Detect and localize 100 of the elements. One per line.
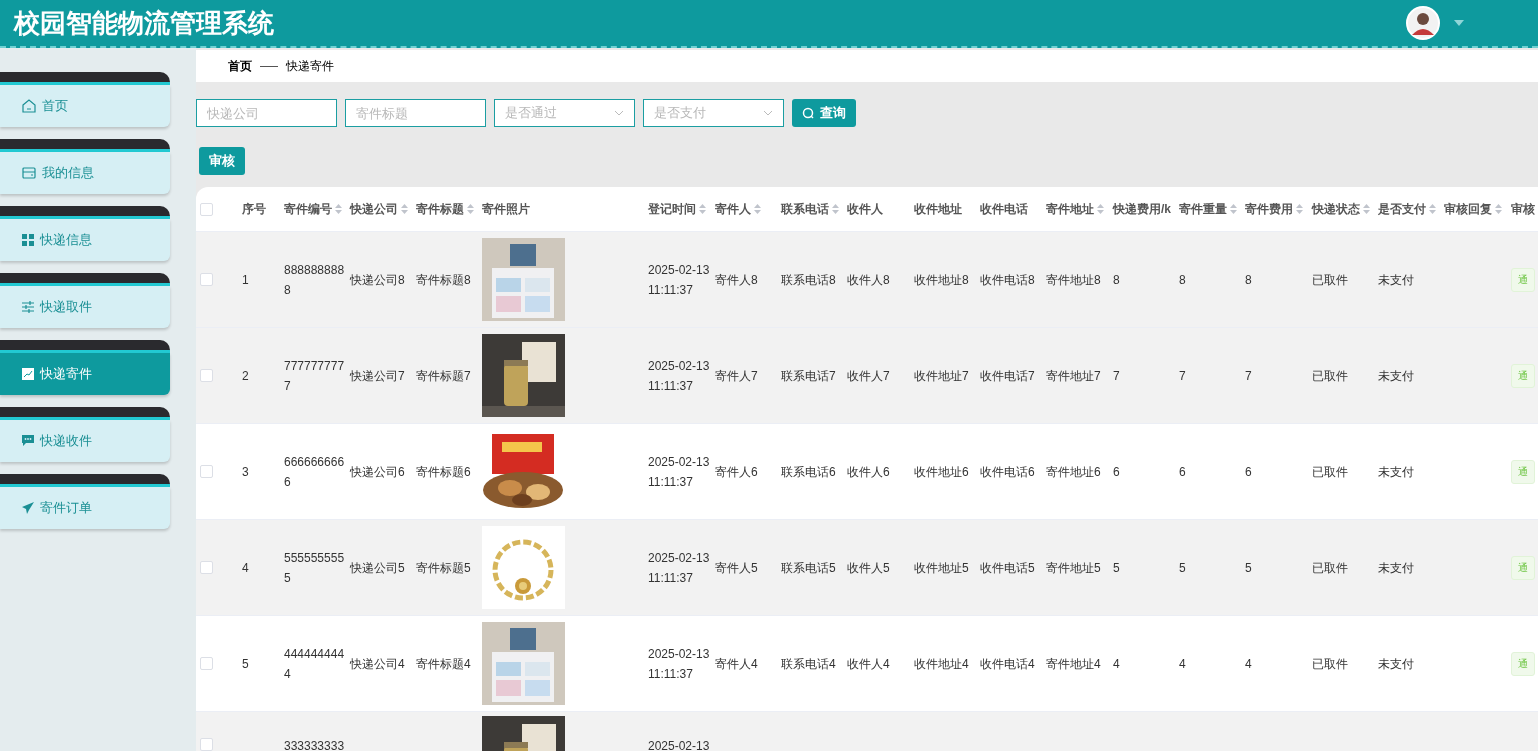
weight: 8 — [1179, 271, 1187, 289]
sort-icon[interactable] — [401, 204, 408, 214]
sort-icon[interactable] — [699, 204, 706, 214]
row-number: 3 — [242, 463, 250, 481]
column-header: 寄件照片 — [482, 200, 530, 218]
status: 已取件 — [1312, 559, 1349, 577]
sort-icon[interactable] — [754, 204, 761, 214]
caret-icon[interactable] — [1454, 20, 1464, 26]
receiver-name: 收件人7 — [847, 367, 891, 385]
phone: 收件电话8 — [980, 271, 1036, 289]
status-tag: 通 — [1511, 363, 1535, 388]
sort-icon[interactable] — [832, 204, 839, 214]
fee: 6 — [1113, 463, 1121, 481]
row-checkbox[interactable] — [200, 657, 213, 670]
row-checkbox[interactable] — [200, 561, 213, 574]
address: 寄件地址5 — [1046, 559, 1102, 577]
fee: 8 — [1113, 271, 1121, 289]
tracking-number: 8888888888 — [284, 261, 346, 299]
register-time: 2025-02-13 11:11:37 — [648, 549, 710, 587]
payment-status: 未支付 — [1378, 655, 1415, 673]
row-number: 5 — [242, 655, 250, 673]
search-field[interactable]: 快递公司 — [196, 99, 337, 127]
address: 收件地址7 — [914, 367, 970, 385]
phone: 联系电话4 — [781, 655, 837, 673]
weight: 4 — [1179, 655, 1187, 673]
column-header: 寄件地址 — [1046, 200, 1094, 218]
tracking-number: 5555555555 — [284, 549, 346, 587]
payment-status: 未支付 — [1378, 463, 1415, 481]
phone: 联系电话5 — [781, 559, 837, 577]
phone: 收件电话7 — [980, 367, 1036, 385]
tracking-number: 7777777777 — [284, 357, 346, 395]
column-header: 寄件编号 — [284, 200, 332, 218]
weight: 7 — [1179, 367, 1187, 385]
home-icon — [22, 99, 36, 113]
weight: 6 — [1179, 463, 1187, 481]
sort-icon[interactable] — [1495, 204, 1502, 214]
sort-icon[interactable] — [467, 204, 474, 214]
search-button[interactable]: 查询 — [792, 99, 856, 127]
breadcrumb-link[interactable]: 首页 — [228, 57, 252, 75]
sort-icon[interactable] — [1296, 204, 1303, 214]
status: 已取件 — [1312, 655, 1349, 673]
register-time: 2025-02-13 11:11:37 — [648, 645, 710, 683]
column-header: 是否支付 — [1378, 200, 1426, 218]
courier-name: 快递公司7 — [350, 367, 406, 385]
sort-icon[interactable] — [1363, 204, 1370, 214]
tracking-number: 4444444444 — [284, 645, 346, 683]
courier-name: 快递公司8 — [350, 271, 406, 289]
avatar-icon[interactable] — [1406, 6, 1440, 40]
phone: 联系电话7 — [781, 367, 837, 385]
status: 已取件 — [1312, 463, 1349, 481]
row-checkbox[interactable] — [200, 273, 213, 286]
select-all-checkbox[interactable] — [200, 202, 213, 216]
item-title: 寄件标题5 — [416, 559, 472, 577]
register-time: 2025-02-13 11:11:37 — [648, 357, 710, 395]
sort-icon[interactable] — [335, 204, 342, 214]
breadcrumb-current: 快递寄件 — [286, 57, 334, 75]
phone: 收件电话4 — [980, 655, 1036, 673]
status: 已取件 — [1312, 367, 1349, 385]
chart-icon — [22, 368, 34, 380]
tracking-number: 333333333 — [284, 738, 346, 751]
register-time: 2025-02-13 — [648, 738, 710, 751]
fee: 4 — [1245, 655, 1253, 673]
address: 寄件地址7 — [1046, 367, 1102, 385]
sender-name: 寄件人5 — [715, 559, 759, 577]
sort-icon[interactable] — [1097, 204, 1104, 214]
address: 收件地址6 — [914, 463, 970, 481]
courier-name: 快递公司5 — [350, 559, 406, 577]
address: 收件地址4 — [914, 655, 970, 673]
sender-name: 寄件人4 — [715, 655, 759, 673]
row-checkbox[interactable] — [200, 465, 213, 478]
phone: 联系电话6 — [781, 463, 837, 481]
card-icon — [22, 167, 36, 179]
grid-icon — [22, 234, 34, 246]
send-icon — [22, 502, 34, 514]
fee: 5 — [1113, 559, 1121, 577]
sort-icon[interactable] — [1230, 204, 1237, 214]
row-checkbox[interactable] — [200, 738, 213, 751]
column-header: 登记时间 — [648, 200, 696, 218]
dropdown[interactable]: 是否支付 — [643, 99, 784, 127]
fee: 5 — [1245, 559, 1253, 577]
row-number: 1 — [242, 271, 250, 289]
fee: 7 — [1245, 367, 1253, 385]
sender-name: 寄件人8 — [715, 271, 759, 289]
column-header: 审核 — [1511, 200, 1535, 218]
item-title: 寄件标题7 — [416, 367, 472, 385]
column-header: 寄件人 — [715, 200, 751, 218]
row-checkbox[interactable] — [200, 369, 213, 382]
phone: 联系电话8 — [781, 271, 837, 289]
sort-icon[interactable] — [1429, 204, 1436, 214]
dropdown[interactable]: 是否通过 — [494, 99, 635, 127]
receiver-name: 收件人4 — [847, 655, 891, 673]
receiver-name: 收件人5 — [847, 559, 891, 577]
tracking-number: 6666666666 — [284, 453, 346, 491]
search-field[interactable]: 寄件标题 — [345, 99, 486, 127]
audit-button[interactable]: 审核 — [199, 147, 245, 175]
item-title: 寄件标题4 — [416, 655, 472, 673]
chat-icon — [22, 435, 34, 447]
app-title: 校园智能物流管理系统 — [14, 6, 274, 40]
sliders-icon — [22, 301, 34, 313]
search-icon — [802, 107, 814, 119]
